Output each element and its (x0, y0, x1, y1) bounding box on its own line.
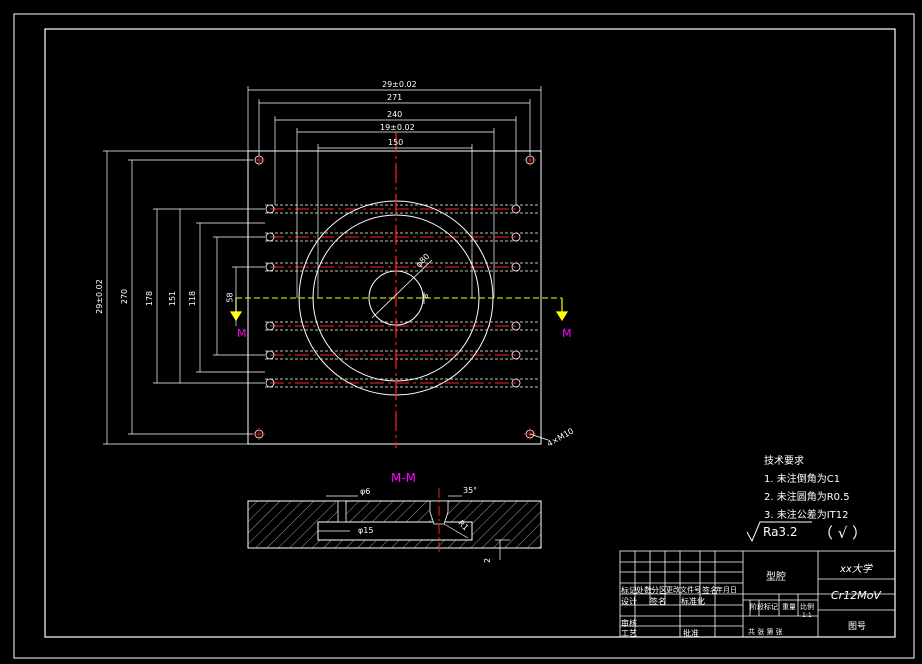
section-dim-groove-top: φ6 (360, 487, 371, 496)
dim-left-overall: 29±0.02 (94, 279, 104, 314)
notes-title: 技术要求 (764, 456, 804, 467)
roughness-value: Ra3.2 (763, 525, 798, 539)
dim-top-19: 19±0.02 (380, 123, 415, 132)
plan-view (103, 86, 569, 448)
note-item-3: 3. 未注公差为IT12 (764, 510, 849, 521)
section-view (247, 488, 542, 560)
dim-left-270: 270 (120, 288, 130, 305)
section-marker-left: M (237, 327, 247, 340)
dim-left-58: 58 (225, 292, 235, 303)
tb-label-stage: 阶段标记 (750, 603, 778, 611)
channel-ends (265, 204, 521, 388)
roughness-mark: （ √ ） (818, 524, 868, 542)
center-offset-dim: 8 (422, 293, 431, 299)
section-groove (337, 500, 347, 523)
dim-top-271: 271 (387, 93, 403, 102)
tb-label-design-sign: 签名 (650, 597, 666, 606)
dim-left-118: 118 (188, 290, 198, 307)
cooling-channels (265, 204, 540, 388)
center-hole-leader (371, 259, 433, 319)
corner-hole-centers (253, 154, 536, 440)
tb-label-standard: 标准化 (681, 597, 705, 606)
section-marker-right: M (562, 327, 572, 340)
tb-label-date: 年月日 (716, 586, 737, 594)
tb-drawing-no: 图号 (848, 622, 867, 632)
drawing-canvas (13, 13, 915, 659)
tb-school: xx大学 (840, 564, 872, 575)
dim-left-151: 151 (168, 290, 178, 307)
tb-label-scale: 比例 (800, 603, 814, 611)
tb-part-name: 型腔 (766, 572, 786, 583)
tb-label-design: 设计 (621, 597, 637, 606)
section-title: M-M (391, 471, 417, 485)
tb-scale-value: 1:1 (802, 612, 812, 619)
tb-material: Cr12MoV (831, 589, 881, 602)
note-item-2: 2. 未注圆角为R0.5 (764, 492, 850, 503)
dim-top-overall: 29±0.02 (382, 80, 417, 89)
tb-label-approve: 批准 (683, 629, 699, 638)
tb-label-mark: 标记 (621, 586, 637, 595)
tb-label-count: 处数 (636, 586, 652, 595)
outer-border (13, 13, 915, 659)
tb-label-change: 更改文件号 (666, 586, 701, 594)
section-cut-markers (229, 298, 569, 322)
note-item-1: 1. 未注倒角为C1 (764, 474, 841, 485)
dim-top-240: 240 (387, 110, 403, 119)
section-dim-groove-bottom: φ15 (358, 526, 374, 535)
tb-label-process: 工艺 (621, 629, 637, 638)
dim-top-150: 150 (388, 138, 404, 147)
section-dim-angle: 35° (463, 486, 478, 495)
dim-left-178: 178 (145, 290, 155, 307)
tb-label-weight: 重量 (782, 603, 796, 611)
section-dim-depth: 2 (483, 557, 493, 564)
tb-label-zone: 分区 (651, 586, 667, 595)
tb-sheet: 共 张 第 张 (748, 628, 783, 636)
